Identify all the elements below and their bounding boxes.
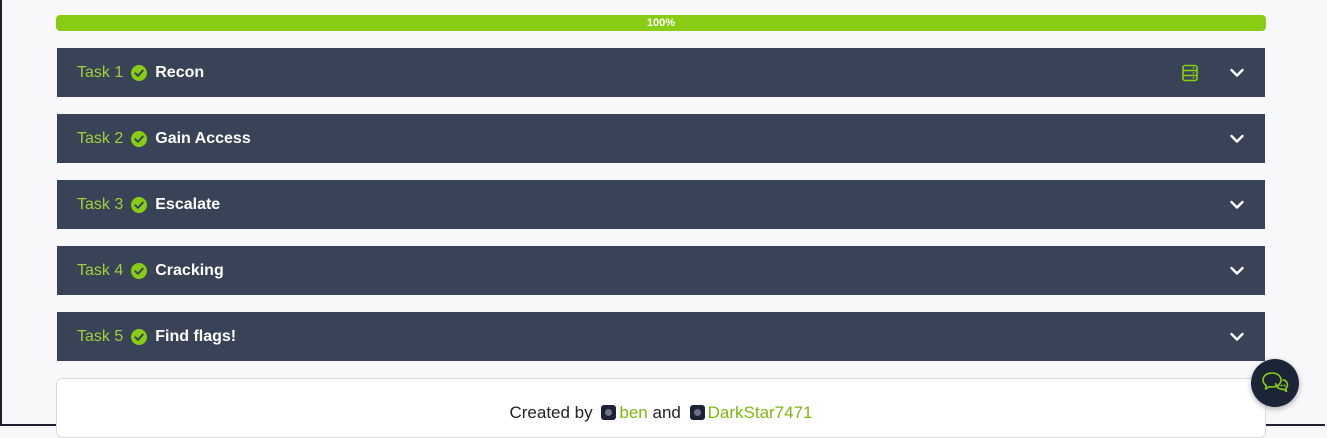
- chevron-down-icon[interactable]: [1229, 131, 1245, 147]
- task-number: Task 1: [77, 63, 124, 81]
- chevron-down-icon[interactable]: [1229, 65, 1245, 81]
- progress-fill: 100%: [56, 15, 1266, 31]
- chevron-down-icon[interactable]: [1229, 263, 1245, 279]
- check-circle-icon: [131, 196, 148, 213]
- chevron-down-icon[interactable]: [1229, 329, 1245, 345]
- task-header-5[interactable]: Task 5 Find flags!: [57, 312, 1265, 361]
- task-number: Task 5: [77, 327, 124, 345]
- task-header-2[interactable]: Task 2 Gain Access: [57, 114, 1265, 163]
- credits-conjunction: and: [652, 403, 681, 422]
- chat-bubbles-icon: [1262, 372, 1289, 393]
- author-link-ben[interactable]: ben: [619, 403, 647, 422]
- chevron-down-icon[interactable]: [1229, 197, 1245, 213]
- check-circle-icon: [131, 262, 148, 279]
- task-header-4[interactable]: Task 4 Cracking: [57, 246, 1265, 295]
- check-circle-icon: [131, 328, 148, 345]
- task-number: Task 4: [77, 261, 124, 279]
- task-title: Escalate: [155, 195, 221, 213]
- check-circle-icon: [131, 130, 148, 147]
- credits-prefix: Created by: [509, 403, 593, 422]
- author-avatar: [601, 405, 617, 420]
- task-list: Task 1 Recon Task 2 Gain Access Task 3 E…: [57, 48, 1265, 378]
- task-title: Recon: [155, 63, 205, 81]
- room-progress-bar: 100%: [56, 15, 1266, 31]
- chat-button[interactable]: [1251, 359, 1299, 407]
- task-title: Gain Access: [155, 129, 251, 147]
- check-circle-icon: [131, 64, 148, 81]
- credits-line: Created by ben and DarkStar7471: [57, 403, 1265, 423]
- task-number: Task 2: [77, 129, 124, 147]
- author-avatar: [689, 405, 705, 420]
- task-number: Task 3: [77, 195, 124, 213]
- author-link-darkstar[interactable]: DarkStar7471: [708, 403, 813, 422]
- task-title: Cracking: [155, 261, 224, 279]
- progress-label: 100%: [646, 17, 676, 29]
- task-header-3[interactable]: Task 3 Escalate: [57, 180, 1265, 229]
- task-title: Find flags!: [155, 327, 237, 345]
- server-icon[interactable]: [1181, 64, 1199, 82]
- task-header-1[interactable]: Task 1 Recon: [57, 48, 1265, 97]
- room-credits-card: Created by ben and DarkStar7471: [56, 378, 1266, 438]
